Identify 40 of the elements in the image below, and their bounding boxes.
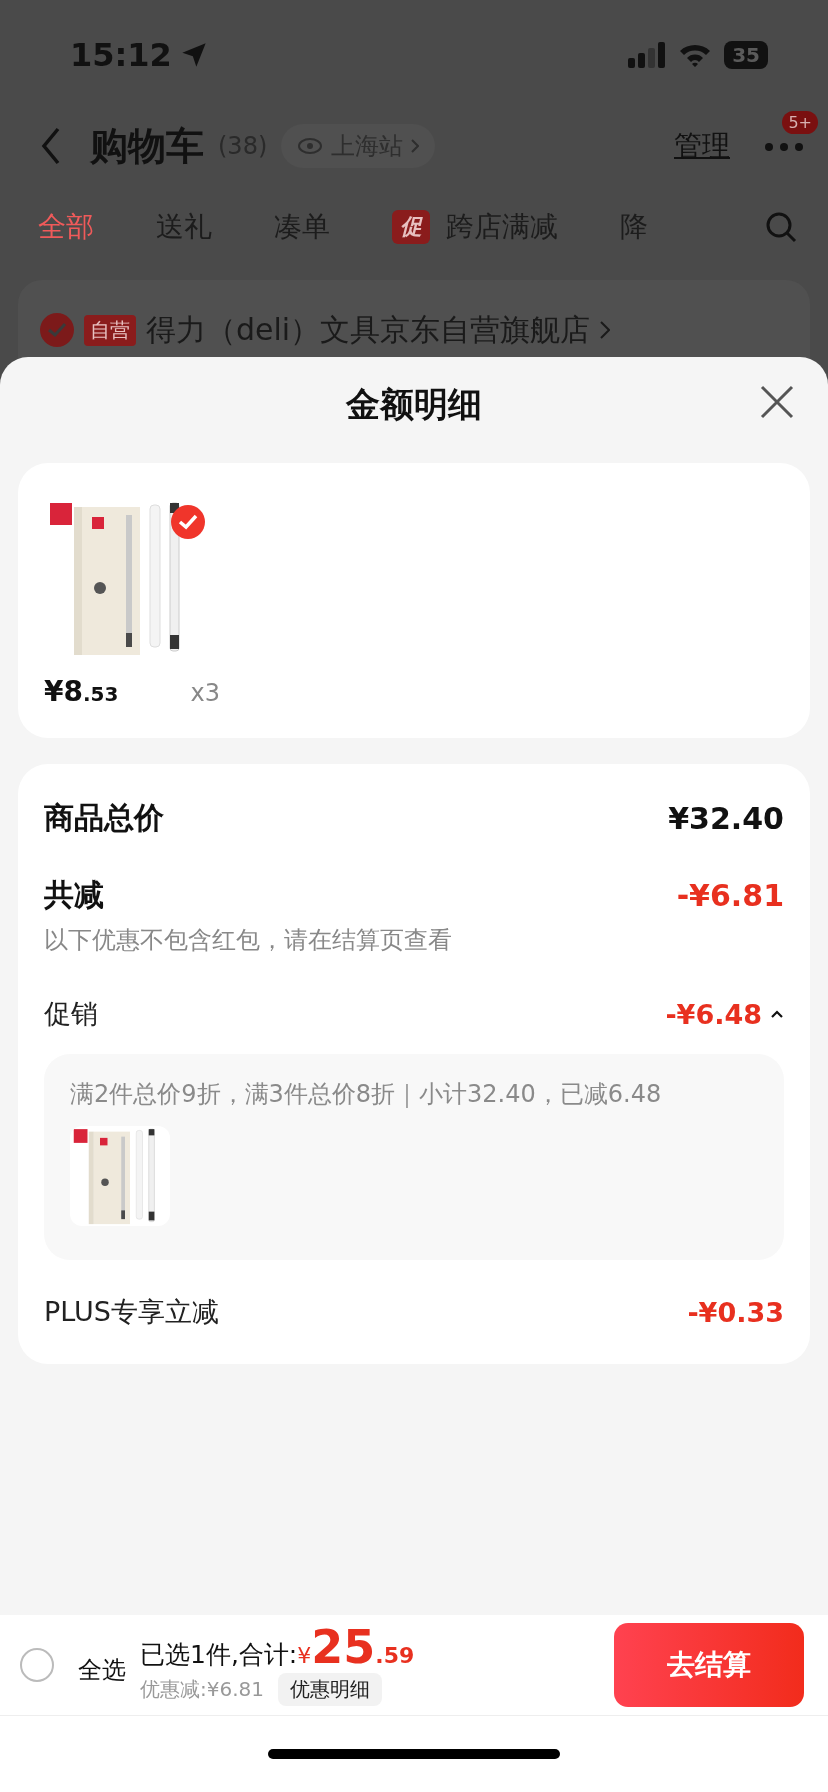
total-label: 商品总价 xyxy=(44,799,164,837)
item-quantity: x3 xyxy=(190,679,220,707)
chevron-right-icon xyxy=(411,139,420,153)
item-price: ¥8.53 xyxy=(44,675,119,708)
back-icon[interactable] xyxy=(40,126,62,166)
sheet-title: 金额明细 xyxy=(346,383,482,426)
wifi-icon xyxy=(678,42,713,68)
search-icon[interactable] xyxy=(764,210,798,244)
total-amount: ¥25.59 xyxy=(297,1624,415,1670)
battery-level: 35 xyxy=(724,41,768,69)
self-operated-tag: 自营 xyxy=(84,314,136,346)
total-value: ¥32.40 xyxy=(668,801,784,836)
promo-tag: 促 xyxy=(392,210,430,244)
promotion-label: PLUS专享立减 xyxy=(44,1295,219,1329)
select-all-checkbox[interactable] xyxy=(20,1648,54,1682)
manage-link[interactable]: 管理 xyxy=(674,127,730,165)
promotion-label: 促销 xyxy=(44,997,98,1031)
discount-amount: 优惠减:¥6.81 xyxy=(140,1676,264,1703)
discount-label: 共减 xyxy=(44,876,104,914)
select-all-label[interactable]: 全选 xyxy=(78,1654,126,1686)
signal-icon xyxy=(628,42,667,68)
promotion-value: -¥0.33 xyxy=(687,1296,784,1328)
chevron-right-icon[interactable] xyxy=(600,321,611,339)
promotion-rule: 满2件总价9折，满3件总价8折｜小计32.40，已减6.48 xyxy=(70,1079,663,1110)
checkout-button[interactable]: 去结算 xyxy=(614,1623,804,1707)
selection-summary: 已选1件,合计: xyxy=(140,1639,298,1671)
promotion-value: -¥6.48 xyxy=(665,998,762,1030)
status-time: 15:12 xyxy=(70,36,172,74)
more-icon[interactable] xyxy=(764,141,804,152)
check-icon xyxy=(47,322,67,338)
caret-icon[interactable] xyxy=(770,1009,784,1019)
discount-value: -¥6.81 xyxy=(676,878,784,913)
store-checkbox[interactable] xyxy=(40,313,74,347)
discount-note: 以下优惠不包含红包，请在结算页查看 xyxy=(44,925,453,956)
filter-tab[interactable]: 全部 xyxy=(38,208,94,246)
eye-icon xyxy=(297,137,324,155)
check-icon[interactable] xyxy=(171,505,205,539)
discount-detail-button[interactable]: 优惠明细 xyxy=(278,1673,382,1706)
notification-badge: 5+ xyxy=(782,110,818,134)
page-title: 购物车 xyxy=(90,122,204,170)
